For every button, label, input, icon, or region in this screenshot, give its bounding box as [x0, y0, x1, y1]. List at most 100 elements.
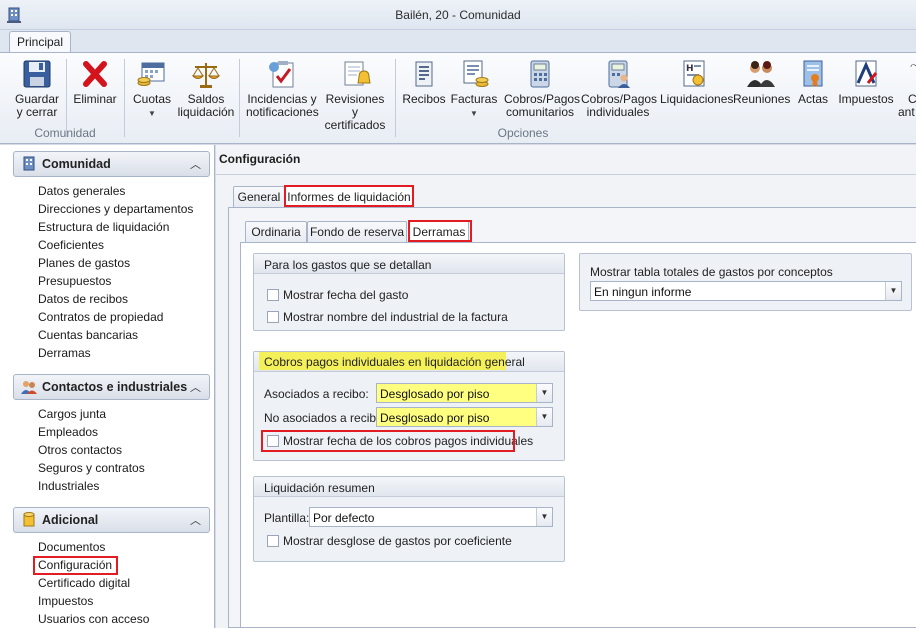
- chevron-down-icon[interactable]: ▼: [885, 282, 901, 300]
- sidebar-item-otros-contactos[interactable]: Otros contactos: [38, 443, 122, 457]
- receipt-icon: [415, 61, 433, 87]
- sidebar-section-comunidad[interactable]: Comunidad ︿: [13, 151, 210, 177]
- no-asociados-select[interactable]: Desglosado por piso ▼: [376, 407, 553, 427]
- eliminar-button[interactable]: Eliminar: [73, 59, 117, 106]
- calculator-icon: [530, 60, 550, 88]
- document-seal-icon: [803, 60, 823, 87]
- subtab-ordinaria[interactable]: Ordinaria: [245, 221, 307, 243]
- incidencias-notificaciones-button[interactable]: Incidencias y notificaciones: [246, 59, 319, 119]
- chevron-down-icon[interactable]: ▼: [536, 508, 552, 526]
- cobros-comunitarios-label: Cobros/Pagos comunitarios: [504, 92, 581, 119]
- plantilla-select[interactable]: Por defecto ▼: [309, 507, 553, 527]
- chevron-up-icon[interactable]: ︿: [190, 156, 201, 172]
- totales-value: En ningun informe: [594, 285, 692, 299]
- clipboard-check-icon: [269, 61, 294, 88]
- subtab-fondo-reserva[interactable]: Fondo de reserva: [307, 221, 407, 243]
- building-icon: [23, 156, 35, 171]
- sidebar-item-cuentas[interactable]: Cuentas bancarias: [38, 328, 138, 342]
- saldos-liquidacion-button[interactable]: Saldos liquidación: [177, 59, 235, 119]
- asociados-select[interactable]: Desglosado por piso ▼: [376, 383, 553, 403]
- chevron-down-icon[interactable]: ▼: [536, 384, 552, 402]
- tab-general[interactable]: General: [233, 186, 285, 208]
- liquidaciones-label: Liquidaciones: [660, 92, 734, 106]
- checkbox-desglose-coeficiente-label: Mostrar desglose de gastos por coeficien…: [283, 534, 512, 548]
- revisiones-certificados-button[interactable]: Revisiones y certificados: [322, 59, 388, 132]
- totales-label: Mostrar tabla totales de gastos por conc…: [590, 265, 833, 279]
- sidebar-section-contactos[interactable]: Contactos e industriales ︿: [13, 374, 210, 400]
- saldos-label: Saldos liquidación: [177, 92, 235, 119]
- people-meeting-icon: [747, 61, 775, 87]
- group-label-opciones: Opciones: [497, 126, 549, 140]
- tab-principal[interactable]: Principal: [9, 31, 71, 53]
- sidebar-item-usuarios[interactable]: Usuarios con acceso: [38, 612, 149, 626]
- reuniones-button[interactable]: Reuniones: [733, 59, 790, 106]
- sidebar-item-documentos[interactable]: Documentos: [38, 540, 105, 554]
- sidebar-item-seguros[interactable]: Seguros y contratos: [38, 461, 145, 475]
- liquidaciones-button[interactable]: H Liquidaciones: [660, 59, 733, 106]
- ribbon: Guardar y cerrar Eliminar Cuotas ▼ Saldo…: [0, 52, 916, 144]
- calendar-coins-icon: [137, 62, 165, 86]
- section-title: Adicional: [42, 513, 99, 527]
- chevron-down-icon[interactable]: ▼: [536, 408, 552, 426]
- sidebar-item-configuracion[interactable]: Configuración: [38, 558, 112, 572]
- sidebar-item-coeficientes[interactable]: Coeficientes: [38, 238, 104, 252]
- checkbox-nombre-industrial[interactable]: [267, 311, 279, 323]
- checkbox-fecha-cobros[interactable]: [267, 435, 279, 447]
- group-title: Para los gastos que se detallan: [264, 258, 432, 272]
- sidebar-item-planes-gastos[interactable]: Planes de gastos: [38, 256, 130, 270]
- calculator-person-icon: [608, 60, 630, 88]
- recibos-label: Recibos: [402, 92, 446, 106]
- cuotas-label: Cuotas: [132, 92, 172, 106]
- invoice-coins-icon: [463, 60, 489, 87]
- ribbon-separator: [124, 59, 125, 137]
- ribbon-tabstrip: [0, 30, 916, 52]
- sidebar-item-presupuestos[interactable]: Presupuestos: [38, 274, 111, 288]
- incidencias-label: Incidencias y notificaciones: [246, 92, 319, 119]
- cobros-pagos-individuales-button[interactable]: Cobros/Pagos individuales: [581, 59, 658, 119]
- chevron-up-icon[interactable]: ︿: [190, 512, 201, 528]
- sidebar-item-contratos[interactable]: Contratos de propiedad: [38, 310, 163, 324]
- group-label-comunidad: Comunidad: [34, 126, 96, 140]
- sidebar-item-empleados[interactable]: Empleados: [38, 425, 98, 439]
- sidebar-item-derramas[interactable]: Derramas: [38, 346, 91, 360]
- checkbox-desglose-coeficiente[interactable]: [267, 535, 279, 547]
- sidebar-item-estructura[interactable]: Estructura de liquidación: [38, 220, 169, 234]
- sidebar-item-certificado[interactable]: Certificado digital: [38, 576, 130, 590]
- database-icon: [23, 512, 35, 527]
- sidebar-item-industriales[interactable]: Industriales: [38, 479, 99, 493]
- cuotas-button[interactable]: Cuotas ▼: [130, 59, 174, 120]
- sidebar-item-direcciones[interactable]: Direcciones y departamentos: [38, 202, 193, 216]
- chevron-down-icon: ▼: [470, 109, 478, 118]
- sidebar-section-adicional[interactable]: Adicional ︿: [13, 507, 210, 533]
- tab-informes-liquidacion[interactable]: Informes de liquidación: [285, 186, 413, 208]
- guardar-label: Guardar y cerrar: [14, 92, 60, 119]
- chevron-up-icon[interactable]: ︿: [190, 379, 201, 395]
- eliminar-label: Eliminar: [73, 92, 117, 106]
- recibos-button[interactable]: Recibos: [402, 59, 446, 106]
- impuestos-button[interactable]: Impuestos: [836, 59, 896, 106]
- facturas-button[interactable]: Facturas ▼: [450, 59, 498, 120]
- sidebar-item-cargos-junta[interactable]: Cargos junta: [38, 407, 106, 421]
- floppy-disk-icon: [23, 60, 51, 88]
- page-title: Configuración: [219, 152, 301, 166]
- totales-select[interactable]: En ningun informe ▼: [590, 281, 902, 301]
- asociados-label: Asociados a recibo:: [264, 387, 369, 401]
- tax-agency-icon: [855, 60, 878, 87]
- checkbox-fecha-gasto-label: Mostrar fecha del gasto: [283, 288, 409, 302]
- guardar-y-cerrar-button[interactable]: Guardar y cerrar: [12, 59, 62, 119]
- subtab-derramas[interactable]: Derramas: [409, 221, 469, 243]
- cobros-individuales-label: Cobros/Pagos individuales: [581, 92, 658, 119]
- sidebar-item-datos-generales[interactable]: Datos generales: [38, 184, 125, 198]
- sidebar-item-datos-recibos[interactable]: Datos de recibos: [38, 292, 128, 306]
- svg-text:H: H: [686, 64, 694, 74]
- cobros-anteriores-button[interactable]: ⤳ Cant: [898, 58, 916, 119]
- plantilla-value: Por defecto: [313, 511, 375, 525]
- actas-button[interactable]: Actas: [795, 59, 831, 106]
- certificate-bell-icon: [344, 61, 371, 86]
- window-title: Bailén, 20 - Comunidad: [395, 8, 521, 22]
- sidebar-item-impuestos[interactable]: Impuestos: [38, 594, 93, 608]
- cobros-pagos-comunitarios-button[interactable]: Cobros/Pagos comunitarios: [504, 59, 580, 119]
- no-asociados-label: No asociados a recibo:: [264, 411, 387, 425]
- checkbox-fecha-gasto[interactable]: [267, 289, 279, 301]
- checkbox-nombre-industrial-label: Mostrar nombre del industrial de la fact…: [283, 310, 508, 324]
